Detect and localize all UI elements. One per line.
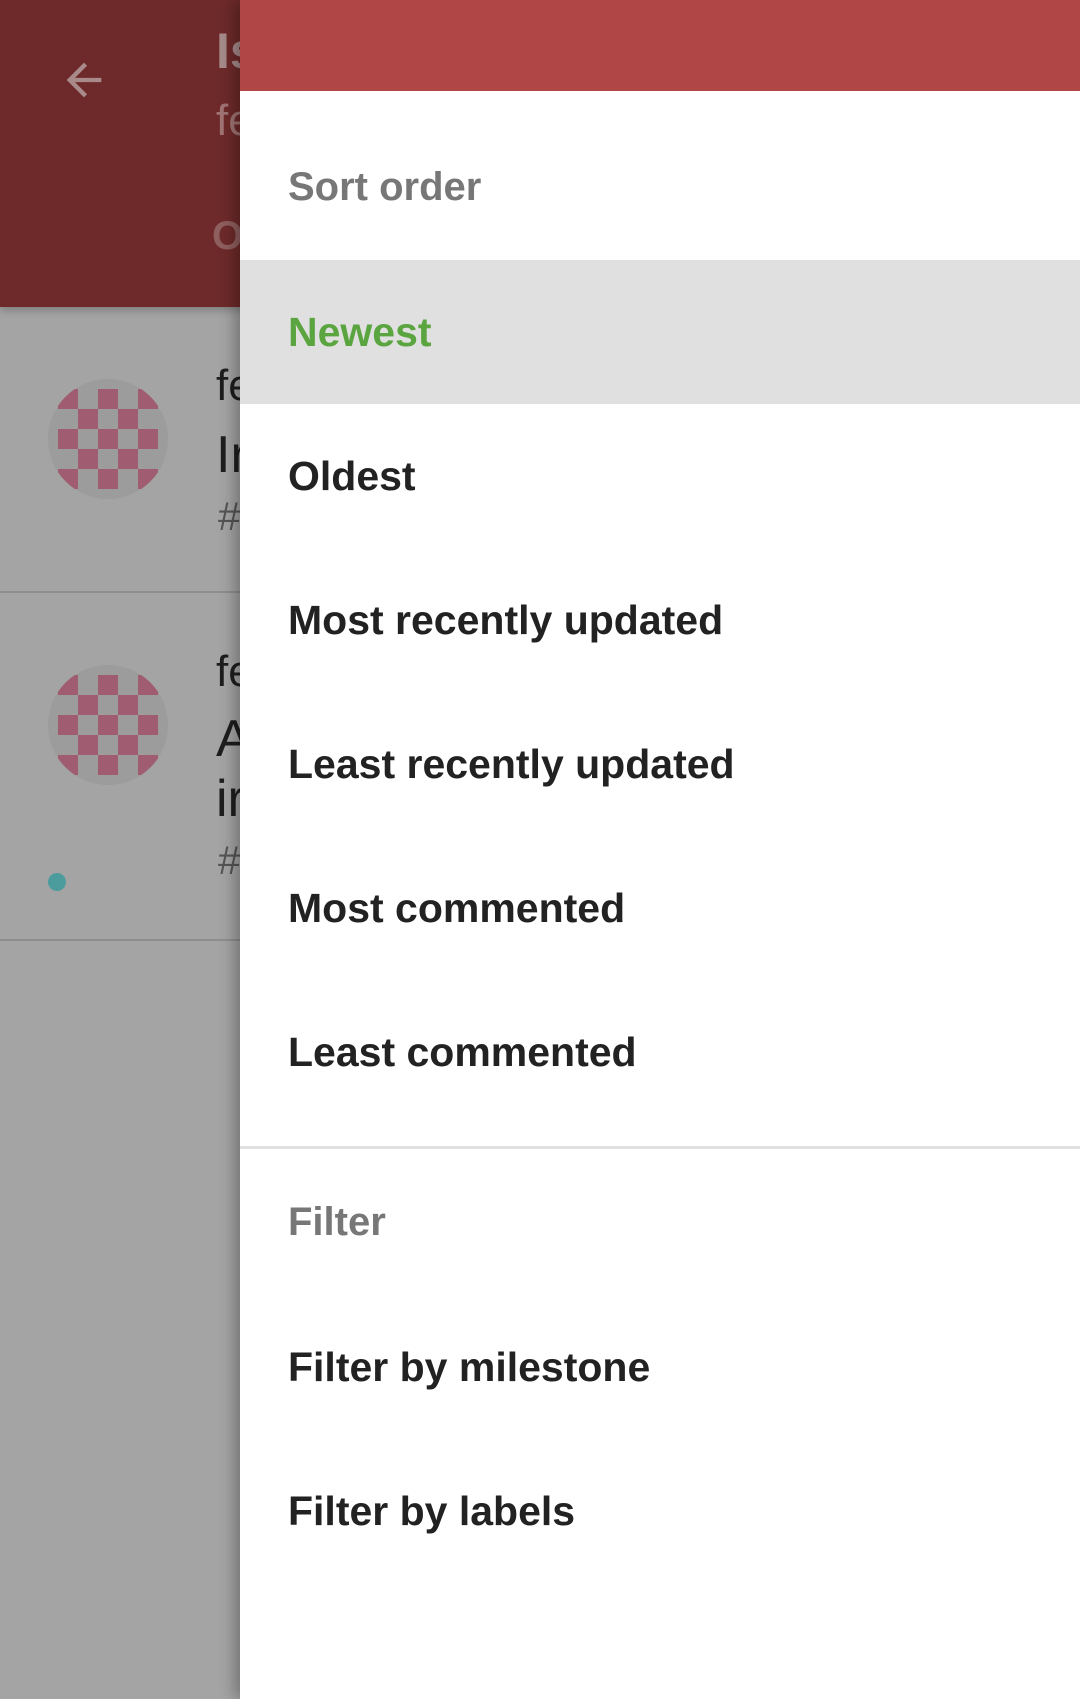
identicon-avatar-icon: [58, 675, 158, 775]
back-button[interactable]: [52, 48, 116, 112]
sort-most-commented[interactable]: Most commented: [240, 836, 1080, 980]
sort-oldest[interactable]: Oldest: [240, 404, 1080, 548]
filter-header: Filter: [288, 1200, 386, 1244]
sort-newest[interactable]: Newest: [240, 260, 1080, 404]
avatar: [48, 379, 168, 499]
sort-filter-drawer: Sort order Newest Oldest Most recently u…: [240, 0, 1080, 1699]
issue-number: #: [218, 495, 241, 539]
filter-by-labels[interactable]: Filter by labels: [240, 1439, 1080, 1583]
sort-order-header: Sort order: [288, 165, 482, 209]
identicon-avatar-icon: [58, 389, 158, 489]
avatar: [48, 665, 168, 785]
drawer-header: [240, 0, 1080, 91]
issue-number: #: [218, 839, 241, 883]
tab-open[interactable]: O: [212, 214, 243, 259]
section-divider: [240, 1146, 1080, 1149]
unread-indicator: [48, 873, 66, 891]
sort-least-commented[interactable]: Least commented: [240, 980, 1080, 1124]
arrow-left-icon: [66, 62, 102, 98]
sort-most-recently-updated[interactable]: Most recently updated: [240, 548, 1080, 692]
sort-least-recently-updated[interactable]: Least recently updated: [240, 692, 1080, 836]
filter-by-milestone[interactable]: Filter by milestone: [240, 1295, 1080, 1439]
